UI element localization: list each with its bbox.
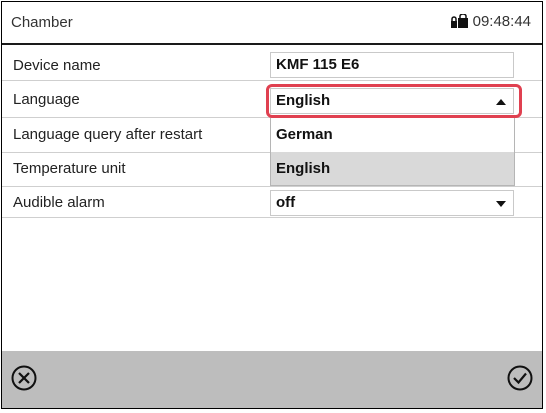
device-name-field[interactable]: KMF 115 E6 [270,52,514,78]
audible-alarm-value: off [276,194,296,211]
cancel-icon[interactable] [10,364,38,392]
language-select-highlight [266,84,522,118]
temperature-unit-label: Temperature unit [13,160,126,177]
page-title: Chamber [11,14,73,31]
device-name-label: Device name [13,57,101,74]
clock-time: 09:48:44 [472,13,531,30]
language-dropdown-list: German English [270,118,515,186]
language-label: Language [13,91,80,108]
language-query-label: Language query after restart [13,126,203,143]
settings-screen: Chamber 09:48:44 Device name KMF 115 E6 … [1,1,543,409]
footer-bar [2,351,542,408]
row-audible-alarm: Audible alarm off [2,187,542,218]
audible-alarm-label: Audible alarm [13,194,105,211]
lock-icon [450,14,468,28]
option-german[interactable]: German [271,118,514,151]
chevron-down-icon [496,201,506,207]
status-area: 09:48:44 [450,13,531,30]
confirm-icon[interactable] [506,364,534,392]
option-english[interactable]: English [271,152,514,185]
audible-alarm-select[interactable]: off [270,190,514,216]
header-bar: Chamber 09:48:44 [2,2,542,45]
row-device-name: Device name KMF 115 E6 [2,50,542,81]
